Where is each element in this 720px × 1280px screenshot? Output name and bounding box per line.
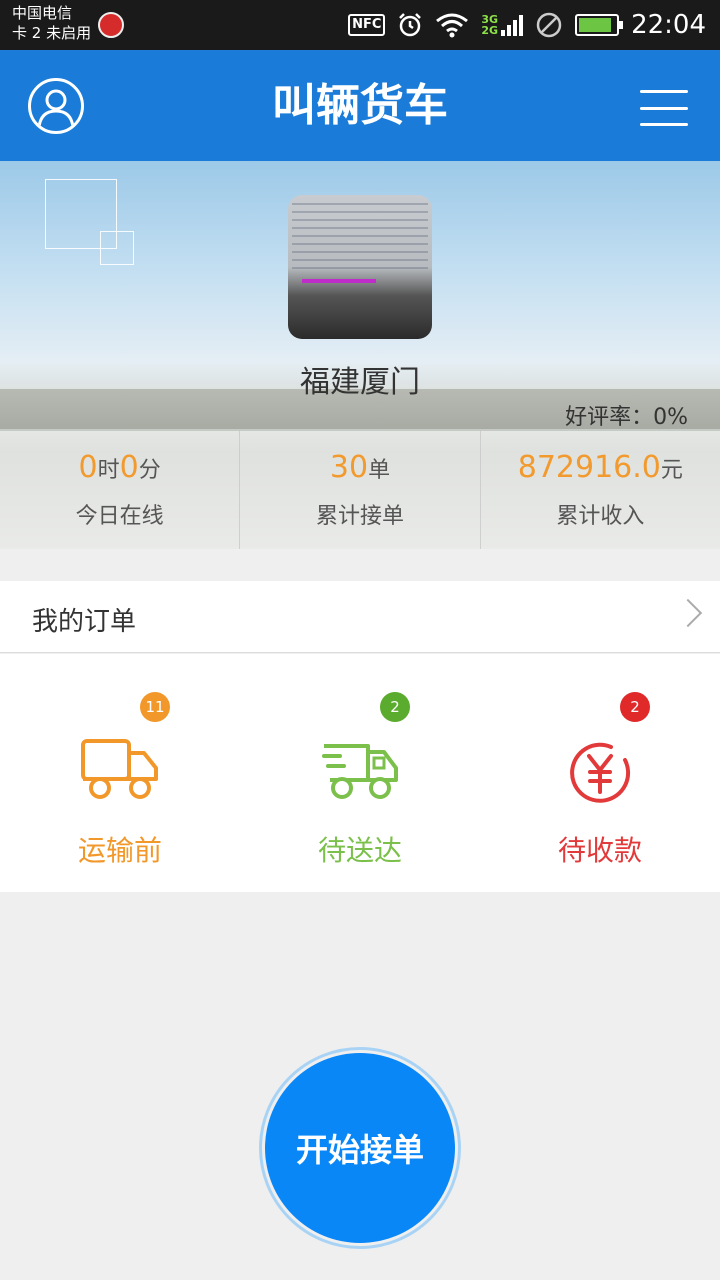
alarm-icon	[399, 13, 422, 37]
carrier-info: 中国电信 卡 2 未启用	[12, 3, 91, 43]
orders-count: 30	[329, 450, 369, 485]
order-status-section: 11 运输前 2 待送达 2 待收款	[0, 654, 720, 892]
photo-content	[292, 203, 428, 273]
chevron-right-icon	[673, 598, 703, 628]
profile-photo[interactable]	[288, 195, 432, 339]
do-not-disturb-icon	[536, 12, 562, 38]
stat-orders-value: 30单	[240, 449, 479, 490]
stat-income: 872916.0元 累计收入	[481, 431, 720, 549]
battery-icon	[575, 14, 624, 36]
start-accepting-orders-button[interactable]: 开始接单	[265, 1053, 455, 1243]
stat-orders: 30单 累计接单	[240, 431, 481, 549]
online-hours-unit: 时	[97, 458, 120, 483]
online-minutes-unit: 分	[138, 458, 161, 483]
pending-transport-label: 运输前	[77, 834, 162, 867]
signal-icon	[501, 15, 524, 36]
in-delivery-badge: 2	[380, 692, 410, 722]
delivery-truck-icon	[322, 744, 398, 799]
decorative-square	[100, 231, 134, 265]
online-minutes: 0	[119, 450, 139, 485]
income-amount: 872916.0	[517, 450, 661, 485]
carrier-app-icon	[98, 12, 124, 38]
status-bar: 中国电信 卡 2 未启用 NFC 3G 2G 22:04	[0, 0, 720, 50]
menu-icon-line	[640, 123, 688, 126]
stats-bar: 0时0分 今日在线 30单 累计接单 872916.0元 累计收入	[0, 431, 720, 549]
battery-level	[579, 18, 612, 32]
awaiting-payment-label: 待收款	[557, 834, 642, 867]
page-title: 叫辆货车	[272, 80, 448, 131]
app-header: 叫辆货车	[0, 50, 720, 161]
order-status-in-delivery[interactable]: 2 待送达	[240, 654, 480, 892]
nfc-icon: NFC	[348, 14, 386, 36]
profile-banner: 福建厦门 好评率：0% 0时0分 今日在线 30单 累计接单 872916.0元…	[0, 161, 720, 549]
truck-icon	[81, 739, 158, 799]
photo-content	[302, 279, 376, 283]
rating-value: 0%	[653, 405, 688, 430]
clock: 22:04	[631, 10, 706, 40]
order-status-pending-transport[interactable]: 11 运输前	[0, 654, 240, 892]
carrier-name: 中国电信	[12, 4, 73, 22]
stat-online-label: 今日在线	[75, 504, 164, 529]
my-orders-row[interactable]: 我的订单	[0, 581, 720, 653]
sim2-status: 卡 2 未启用	[12, 24, 92, 42]
my-orders-label: 我的订单	[32, 607, 137, 637]
awaiting-payment-badge: 2	[620, 692, 650, 722]
network-type: 3G 2G	[481, 12, 524, 38]
in-delivery-label: 待送达	[317, 834, 402, 867]
menu-icon-line	[640, 106, 688, 110]
orders-unit: 单	[368, 458, 391, 483]
income-unit: 元	[660, 458, 683, 483]
pending-transport-badge: 11	[140, 692, 170, 722]
driver-location: 福建厦门	[300, 365, 420, 400]
stat-income-value: 872916.0元	[481, 449, 720, 490]
status-icons: NFC 3G 2G 22:04	[348, 0, 706, 50]
stat-income-label: 累计收入	[556, 504, 645, 529]
menu-button[interactable]	[640, 90, 688, 126]
menu-icon-line	[640, 90, 688, 93]
stat-orders-label: 累计接单	[315, 504, 404, 529]
yuan-icon	[570, 742, 631, 803]
stat-online: 0时0分 今日在线	[0, 431, 241, 549]
online-hours: 0	[78, 450, 98, 485]
rating-label: 好评率：	[565, 405, 654, 430]
rating: 好评率：0%	[565, 399, 688, 431]
net-2g-label: 2G	[481, 24, 499, 37]
order-status-awaiting-payment[interactable]: 2 待收款	[480, 654, 720, 892]
stat-online-value: 0时0分	[0, 449, 239, 490]
wifi-icon	[436, 13, 469, 38]
